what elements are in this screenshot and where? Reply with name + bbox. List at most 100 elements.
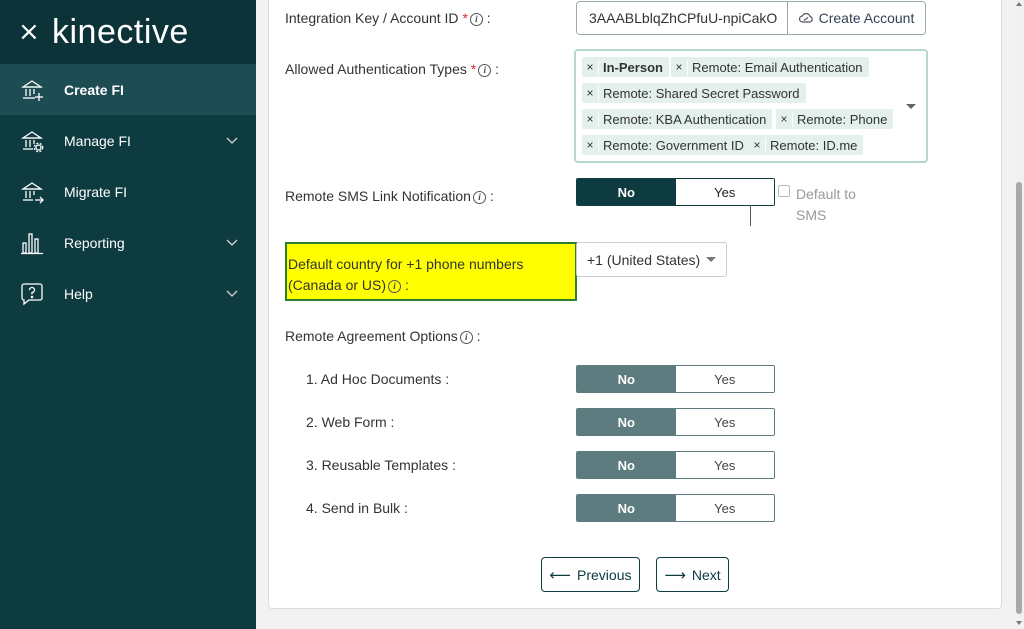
no-option[interactable]: No	[577, 452, 676, 478]
create-account-label: Create Account	[818, 10, 915, 26]
agreement-label: Remote Agreement Options i :	[285, 328, 481, 344]
close-icon[interactable]: ×	[18, 19, 40, 45]
info-icon[interactable]: i	[472, 191, 486, 204]
label-suffix: :	[476, 328, 481, 344]
integration-key-label-text: Integration Key / Account ID	[285, 10, 459, 26]
remove-tag-icon[interactable]: ×	[749, 138, 765, 152]
no-option[interactable]: No	[577, 495, 676, 521]
auth-tag-label: Remote: Email Authentication	[687, 59, 869, 75]
ad-hoc-toggle: No Yes	[576, 365, 775, 393]
bar-chart-icon	[21, 232, 43, 254]
remove-tag-icon[interactable]: ×	[582, 112, 598, 126]
sidebar-item-help[interactable]: Help	[0, 268, 256, 319]
auth-tag: × Remote: Phone	[776, 109, 894, 129]
no-option[interactable]: No	[577, 366, 676, 392]
agreement-option-label: 1. Ad Hoc Documents :	[306, 371, 450, 387]
agreement-option-label: 2. Web Form :	[306, 414, 395, 430]
integration-key-group: Create Account	[576, 1, 926, 35]
country-select[interactable]: +1 (United States)	[576, 242, 727, 277]
auth-tag: × Remote: KBA Authentication	[582, 109, 773, 129]
auth-tag: × Remote: Government ID	[582, 135, 750, 155]
chevron-down-icon	[226, 290, 238, 297]
auth-tag-label: Remote: KBA Authentication	[598, 111, 772, 127]
sidebar-item-label: Help	[64, 285, 93, 302]
arrow-right-icon: ⟶	[664, 565, 686, 584]
sms-no-option[interactable]: No	[577, 179, 676, 205]
sms-yes-option[interactable]: Yes	[675, 179, 774, 205]
country-label: Default country for +1 phone numbers (Ca…	[285, 242, 577, 301]
auth-types-label-text: Allowed Authentication Types	[285, 61, 467, 77]
previous-button[interactable]: ⟵ Previous	[541, 557, 640, 592]
caret-down-icon	[706, 257, 717, 262]
sms-link-label: Remote SMS Link Notification i :	[285, 188, 494, 204]
logo: kinective	[52, 12, 189, 51]
remove-tag-icon[interactable]: ×	[582, 60, 598, 74]
arrow-left-icon: ⟵	[549, 565, 572, 584]
sidebar-item-create-fi[interactable]: Create FI	[0, 64, 256, 115]
sidebar-item-label: Reporting	[64, 234, 125, 251]
yes-option[interactable]: Yes	[675, 409, 774, 435]
agreement-label-text: Remote Agreement Options	[285, 328, 458, 344]
sms-link-label-text: Remote SMS Link Notification	[285, 188, 471, 204]
auth-types-label: Allowed Authentication Types * i :	[285, 61, 499, 77]
auth-tag: × Remote: Email Authentication	[671, 57, 869, 77]
next-button[interactable]: ⟶ Next	[656, 557, 729, 592]
integration-key-input[interactable]	[577, 2, 787, 34]
agreement-option-label: 4. Send in Bulk :	[306, 500, 408, 516]
scroll-down-icon[interactable]	[1016, 621, 1022, 625]
label-suffix: :	[495, 61, 499, 77]
auth-tag-label: Remote: Shared Secret Password	[598, 85, 806, 101]
reusable-templates-toggle: No Yes	[576, 451, 775, 479]
remove-tag-icon[interactable]: ×	[671, 60, 687, 74]
sidebar-item-label: Migrate FI	[64, 183, 128, 200]
sidebar-item-label: Manage FI	[64, 132, 131, 149]
bank-arrow-icon	[20, 181, 44, 203]
auth-tag: × Remote: Shared Secret Password	[582, 83, 806, 103]
yes-option[interactable]: Yes	[675, 366, 774, 392]
default-sms-label: Default to SMS	[796, 186, 856, 223]
required-mark: *	[470, 61, 477, 77]
required-mark: *	[462, 10, 468, 26]
info-icon[interactable]: i	[388, 280, 402, 293]
sidebar-item-manage-fi[interactable]: Manage FI	[0, 115, 256, 166]
chevron-down-icon	[226, 239, 238, 246]
label-suffix: :	[489, 188, 494, 204]
chevron-down-icon	[226, 137, 238, 144]
yes-option[interactable]: Yes	[675, 495, 774, 521]
info-icon[interactable]: i	[478, 64, 492, 77]
scroll-thumb[interactable]	[1016, 182, 1022, 614]
scroll-up-icon[interactable]	[1016, 2, 1022, 6]
send-in-bulk-toggle: No Yes	[576, 494, 775, 522]
remove-tag-icon[interactable]: ×	[582, 86, 598, 100]
country-value: +1 (United States)	[587, 251, 701, 268]
auth-types-multiselect[interactable]: × In-Person × Remote: Email Authenticati…	[574, 49, 928, 163]
agreement-option-label: 3. Reusable Templates :	[306, 457, 456, 473]
sidebar-item-label: Create FI	[64, 81, 124, 98]
auth-tag: × Remote: ID.me	[749, 135, 864, 155]
auth-tag-label: Remote: Government ID	[598, 137, 750, 153]
label-suffix: :	[404, 277, 409, 293]
scrollbar[interactable]	[1014, 0, 1024, 629]
auth-tag-label: Remote: Phone	[792, 111, 893, 127]
remove-tag-icon[interactable]: ×	[776, 112, 792, 126]
auth-tag-label: In-Person	[598, 59, 669, 75]
info-icon[interactable]: i	[459, 331, 473, 344]
sidebar: × kinective Create FI Manage FI Migrate …	[0, 0, 256, 629]
sms-link-toggle: No Yes	[576, 178, 775, 206]
info-icon[interactable]: i	[469, 13, 483, 26]
label-suffix: :	[486, 10, 491, 26]
auth-tag: × In-Person	[582, 57, 669, 77]
sidebar-header: × kinective	[0, 0, 256, 64]
sidebar-item-reporting[interactable]: Reporting	[0, 217, 256, 268]
help-bubble-icon	[21, 282, 43, 305]
remove-tag-icon[interactable]: ×	[582, 138, 598, 152]
no-option[interactable]: No	[577, 409, 676, 435]
default-sms-checkbox[interactable]	[778, 185, 790, 197]
previous-label: Previous	[577, 566, 632, 583]
caret-down-icon[interactable]	[906, 104, 916, 109]
sidebar-item-migrate-fi[interactable]: Migrate FI	[0, 166, 256, 217]
bank-gear-icon	[20, 130, 44, 152]
yes-option[interactable]: Yes	[675, 452, 774, 478]
create-account-button[interactable]: Create Account	[787, 2, 925, 34]
divider	[750, 205, 751, 226]
